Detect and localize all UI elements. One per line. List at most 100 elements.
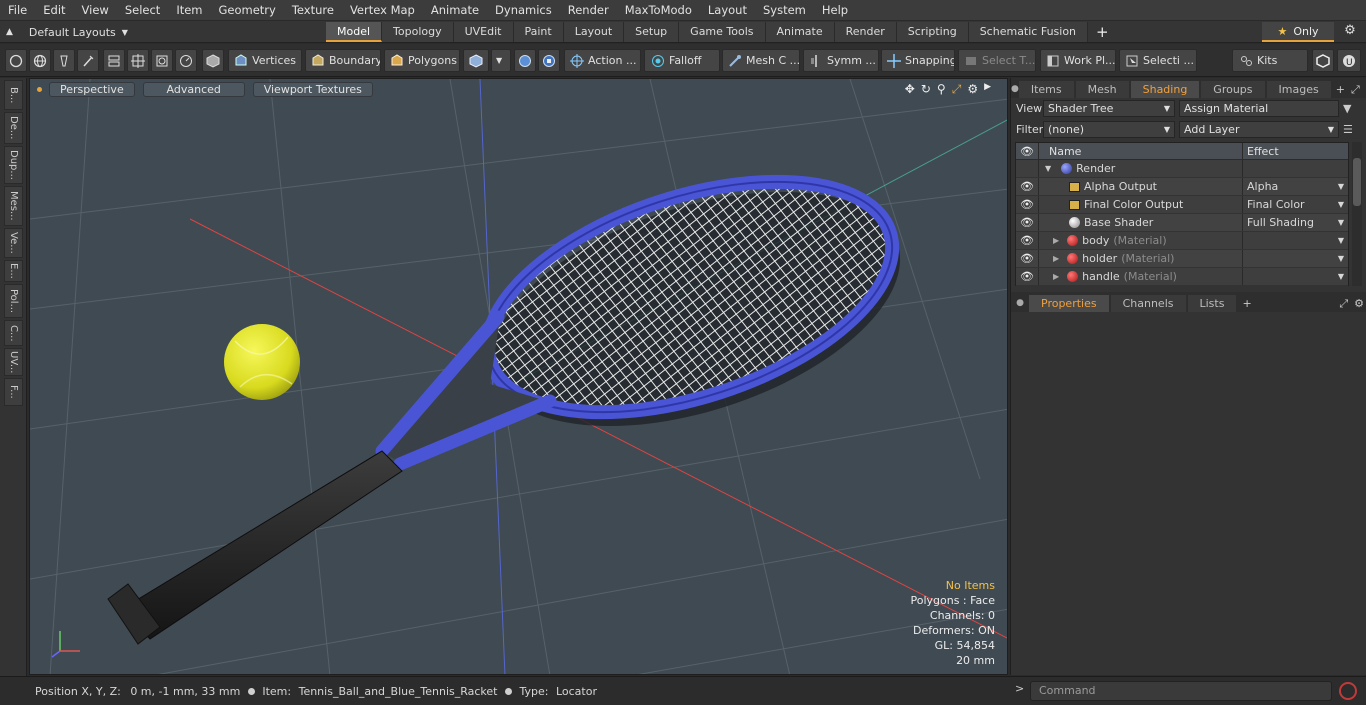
viewport-perspective-button[interactable]: Perspective bbox=[49, 81, 135, 97]
symmetry-toggle-button[interactable]: Symm ... bbox=[803, 49, 879, 72]
tab-topology[interactable]: Topology bbox=[382, 22, 454, 42]
material-mode-button[interactable] bbox=[463, 49, 489, 72]
tab-uvedit[interactable]: UVEdit bbox=[453, 22, 514, 42]
3d-viewport[interactable]: Perspective Advanced Viewport Textures ✥… bbox=[29, 78, 1008, 675]
left-tab-uv[interactable]: UV... bbox=[4, 348, 23, 376]
falloff-button[interactable]: Falloff bbox=[644, 49, 720, 72]
expand-triangle-icon[interactable]: ▼ bbox=[1045, 164, 1051, 173]
command-input[interactable]: Command bbox=[1030, 681, 1332, 701]
eye-icon[interactable]: 👁 bbox=[1016, 270, 1038, 283]
work-plane-button[interactable]: Work Pl... bbox=[1040, 49, 1116, 72]
menu-edit[interactable]: Edit bbox=[35, 0, 73, 21]
shader-tree-scrollbar[interactable] bbox=[1352, 142, 1362, 286]
unreal-button[interactable]: U bbox=[1337, 49, 1361, 72]
tree-row-effect[interactable]: Final Color ▼ bbox=[1242, 196, 1348, 213]
zoom-view-icon[interactable]: ⚲ bbox=[937, 82, 946, 97]
eye-icon[interactable]: 👁 bbox=[1016, 180, 1038, 193]
vertices-button[interactable]: Vertices bbox=[228, 49, 302, 72]
tree-row-effect[interactable]: Full Shading ▼ bbox=[1242, 214, 1348, 231]
tab-mesh[interactable]: Mesh ... bbox=[1075, 81, 1129, 113]
gear-icon[interactable]: ⚙ bbox=[1341, 23, 1359, 41]
tab-groups[interactable]: Groups bbox=[1201, 81, 1265, 98]
eye-icon[interactable]: 👁 bbox=[1016, 234, 1038, 247]
left-tab-duplicate[interactable]: Dup... bbox=[4, 146, 23, 184]
viewport-textures-button[interactable]: Viewport Textures bbox=[252, 81, 373, 97]
timer-button[interactable] bbox=[175, 49, 197, 72]
panel-menu-dot[interactable]: ● bbox=[1011, 81, 1019, 98]
menu-file[interactable]: File bbox=[0, 0, 35, 21]
layout-selector[interactable]: ▲ Default Layouts ▼ bbox=[6, 23, 128, 41]
left-tab-fusion[interactable]: F... bbox=[4, 378, 23, 406]
tab-layout[interactable]: Layout bbox=[563, 22, 625, 42]
left-tab-basic[interactable]: B... bbox=[4, 80, 23, 110]
tree-row-effect[interactable]: ▼ bbox=[1242, 232, 1348, 249]
tennis-ball[interactable] bbox=[224, 324, 300, 400]
left-tab-deform[interactable]: De... bbox=[4, 112, 23, 144]
only-toggle[interactable]: ★ Only bbox=[1262, 22, 1334, 42]
add-properties-tab-icon[interactable]: + bbox=[1238, 295, 1255, 312]
name-column-header[interactable]: Name bbox=[1038, 143, 1242, 159]
action-center-button[interactable]: Action ... bbox=[564, 49, 641, 72]
expand-triangle-icon[interactable]: ▶ bbox=[1053, 236, 1059, 245]
tree-row[interactable]: 👁 ▶ holder (Material) ▼ bbox=[1016, 250, 1348, 268]
tree-row[interactable]: ▼ Render bbox=[1016, 160, 1348, 178]
item-mode-button[interactable] bbox=[202, 49, 224, 72]
tab-schematic-fusion[interactable]: Schematic Fusion bbox=[968, 22, 1089, 42]
layer-options-icon[interactable]: ☰ bbox=[1343, 123, 1353, 136]
tab-images[interactable]: Images bbox=[1266, 81, 1331, 98]
expand-triangle-icon[interactable]: ▶ bbox=[1053, 254, 1059, 263]
square-circle-button[interactable] bbox=[151, 49, 173, 72]
tree-row[interactable]: 👁 ▶ body (Material) ▼ bbox=[1016, 232, 1348, 250]
left-tab-mesh-edit[interactable]: Mes... bbox=[4, 186, 23, 226]
tab-channels[interactable]: Channels bbox=[1110, 295, 1186, 312]
pen-button[interactable] bbox=[53, 49, 75, 72]
snapping-button[interactable]: Snapping bbox=[881, 49, 955, 72]
eye-icon[interactable]: 👁 bbox=[1016, 216, 1038, 229]
menu-view[interactable]: View bbox=[74, 0, 117, 21]
kits-button[interactable]: Kits bbox=[1232, 49, 1308, 72]
viewport-menu-dot[interactable] bbox=[37, 86, 42, 92]
effect-column-header[interactable]: Effect bbox=[1242, 143, 1348, 159]
menu-help[interactable]: Help bbox=[814, 0, 856, 21]
material-dropdown[interactable]: ▼ bbox=[491, 49, 511, 72]
add-panel-tab-icon[interactable]: + bbox=[1333, 81, 1348, 98]
tab-properties[interactable]: Properties bbox=[1029, 295, 1109, 312]
tree-row[interactable]: 👁 Final Color Output Final Color ▼ bbox=[1016, 196, 1348, 214]
tab-model[interactable]: Model bbox=[326, 22, 383, 42]
tree-row[interactable]: 👁 Alpha Output Alpha ▼ bbox=[1016, 178, 1348, 196]
menu-layout[interactable]: Layout bbox=[700, 0, 755, 21]
properties-expand-icon[interactable]: ⤢ bbox=[1336, 295, 1351, 312]
panel-expand-icon[interactable]: ⤢ bbox=[1348, 81, 1363, 98]
selection-sets-button[interactable]: Selecti ... bbox=[1119, 49, 1197, 72]
left-tab-polygon[interactable]: Pol... bbox=[4, 284, 23, 318]
shapes-button[interactable] bbox=[103, 49, 125, 72]
select-circle-button[interactable] bbox=[5, 49, 27, 72]
tree-row-effect[interactable]: Alpha ▼ bbox=[1242, 178, 1348, 195]
grid-button[interactable] bbox=[127, 49, 149, 72]
menu-geometry[interactable]: Geometry bbox=[211, 0, 284, 21]
move-view-icon[interactable]: ✥ bbox=[905, 82, 915, 97]
tree-row[interactable]: 👁 ▶ handle (Material) ▼ bbox=[1016, 268, 1348, 286]
viewport-expand-icon[interactable]: ▶ bbox=[984, 82, 991, 97]
tab-items[interactable]: Items bbox=[1018, 81, 1074, 98]
tab-render[interactable]: Render bbox=[834, 22, 897, 42]
properties-gear-icon[interactable]: ⚙ bbox=[1351, 295, 1366, 312]
viewport-gear-icon[interactable]: ⚙ bbox=[967, 82, 978, 97]
menu-system[interactable]: System bbox=[755, 0, 814, 21]
tab-paint[interactable]: Paint bbox=[513, 22, 564, 42]
add-tab-icon[interactable]: + bbox=[1088, 22, 1117, 42]
filter-funnel-icon[interactable]: ▼ bbox=[1343, 102, 1351, 115]
tab-animate[interactable]: Animate bbox=[765, 22, 835, 42]
rotate-view-icon[interactable]: ↻ bbox=[921, 82, 931, 97]
polygons-button[interactable]: Polygons bbox=[384, 49, 460, 72]
viewport-shading-button[interactable]: Advanced bbox=[142, 81, 245, 97]
globe-button[interactable] bbox=[29, 49, 51, 72]
menu-vertex-map[interactable]: Vertex Map bbox=[342, 0, 423, 21]
menu-texture[interactable]: Texture bbox=[284, 0, 342, 21]
maximize-view-icon[interactable]: ⤢ bbox=[952, 82, 962, 97]
assign-material-button[interactable]: Assign Material bbox=[1179, 99, 1339, 117]
unity-button[interactable] bbox=[1312, 49, 1334, 72]
properties-menu-dot[interactable]: ● bbox=[1011, 295, 1029, 312]
filter-select[interactable]: (none) ▼ bbox=[1043, 120, 1175, 138]
record-icon[interactable] bbox=[1339, 682, 1357, 700]
